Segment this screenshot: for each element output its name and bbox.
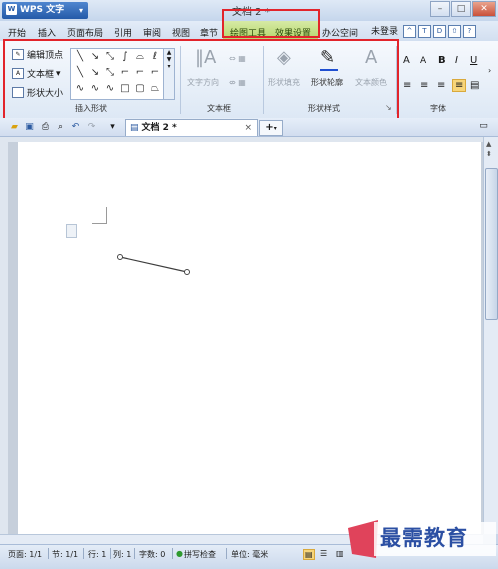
status-separator <box>110 548 111 559</box>
status-separator <box>226 548 227 559</box>
line-handle-start[interactable] <box>117 254 123 260</box>
page-view-icon[interactable]: ▤ <box>303 549 315 560</box>
drawn-line-shape[interactable] <box>119 256 188 273</box>
vertical-scrollbar-thumb[interactable] <box>485 168 498 320</box>
status-column: 列: 1 <box>113 550 132 559</box>
watermark-text: 最需教育 <box>380 525 468 550</box>
spell-check-toggle[interactable]: 拼写检查 <box>184 549 216 560</box>
status-unit: 单位: 毫米 <box>231 550 269 559</box>
spell-check-icon: ● <box>176 549 183 558</box>
collapse-icon[interactable]: ⬍ <box>486 150 492 158</box>
status-word-count: 字数: 0 <box>139 550 166 559</box>
outline-view-icon[interactable]: ☰ <box>320 549 327 558</box>
scroll-up-icon[interactable]: ▲ <box>486 140 491 148</box>
status-page: 页面: 1/1 <box>8 550 43 559</box>
status-section: 节: 1/1 <box>52 550 79 559</box>
watermark-logo: 最需教育 <box>348 520 498 558</box>
web-view-icon[interactable]: ▥ <box>336 549 344 558</box>
status-separator <box>134 548 135 559</box>
status-row: 行: 1 <box>88 550 107 559</box>
line-handle-end[interactable] <box>184 269 190 275</box>
status-separator <box>172 548 173 559</box>
status-separator <box>48 548 49 559</box>
status-separator <box>83 548 84 559</box>
drawing-layer <box>117 254 190 275</box>
